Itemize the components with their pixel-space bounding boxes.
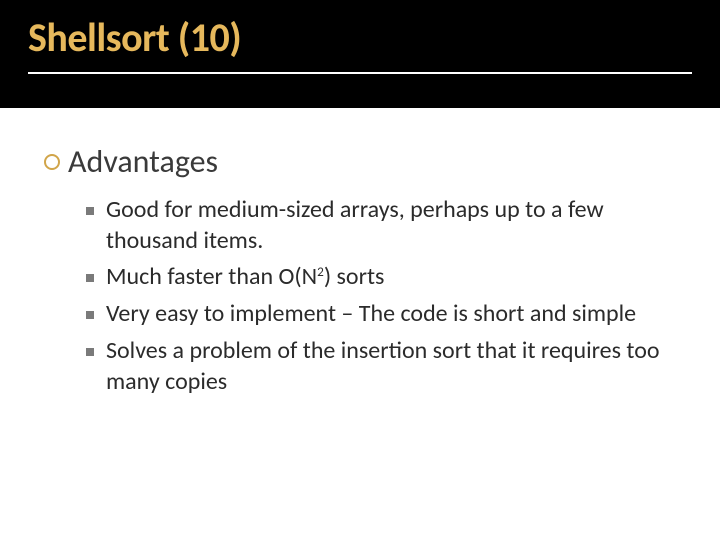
list-item-text: Much faster than O(N2) sorts — [106, 262, 384, 293]
text-fragment: ) sorts — [324, 262, 385, 291]
square-bullet-icon — [86, 311, 94, 319]
text-fragment: Much faster than O(N — [106, 262, 317, 291]
bullet-list: Good for medium-sized arrays, perhaps up… — [44, 195, 676, 397]
title-bar: Shellsort (10) — [0, 0, 720, 108]
circle-bullet-icon — [44, 154, 60, 170]
list-item-text: Good for medium-sized arrays, perhaps up… — [106, 195, 676, 256]
section-heading: Advantages — [68, 142, 218, 181]
slide-title: Shellsort (10) — [28, 16, 692, 74]
section-heading-row: Advantages — [44, 142, 676, 181]
list-item: Solves a problem of the insertion sort t… — [86, 336, 676, 397]
square-bullet-icon — [86, 207, 94, 215]
list-item: Good for medium-sized arrays, perhaps up… — [86, 195, 676, 256]
superscript: 2 — [317, 263, 324, 280]
list-item-text: Very easy to implement – The code is sho… — [106, 299, 636, 330]
list-item: Much faster than O(N2) sorts — [86, 262, 676, 293]
slide-content: Advantages Good for medium-sized arrays,… — [0, 108, 720, 397]
list-item-text: Solves a problem of the insertion sort t… — [106, 336, 676, 397]
list-item: Very easy to implement – The code is sho… — [86, 299, 676, 330]
square-bullet-icon — [86, 274, 94, 282]
square-bullet-icon — [86, 348, 94, 356]
